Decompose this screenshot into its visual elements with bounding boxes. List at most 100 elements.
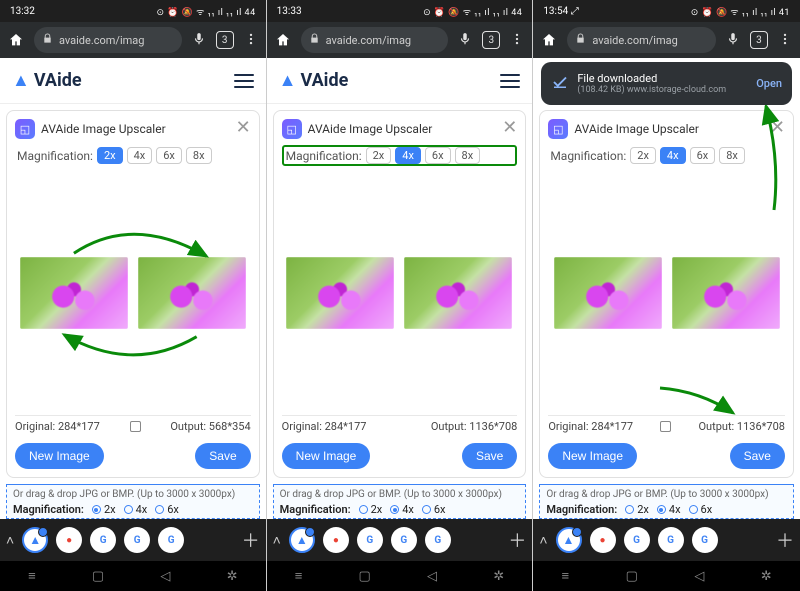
magnification-option-2x[interactable]: 2x: [630, 147, 656, 164]
tabs-button[interactable]: 3: [216, 31, 234, 49]
tab-google-1[interactable]: G: [90, 527, 116, 553]
menu-dots-icon[interactable]: [244, 31, 258, 50]
tab-generic-1[interactable]: ●: [590, 527, 616, 553]
mic-icon[interactable]: [726, 31, 740, 50]
chevron-up-icon[interactable]: ˄: [6, 532, 14, 549]
menu-dots-icon[interactable]: [778, 31, 792, 50]
new-image-button[interactable]: New Image: [15, 443, 104, 469]
below-mag-radio-6x[interactable]: 6x: [689, 503, 713, 516]
brand-logo[interactable]: ▲ VAide: [12, 70, 82, 91]
mic-icon[interactable]: [192, 31, 206, 50]
nav-home-icon[interactable]: ▢: [359, 569, 371, 584]
below-mag-radio-2x[interactable]: 2x: [625, 503, 649, 516]
home-icon[interactable]: [275, 32, 291, 48]
new-tab-button[interactable]: ＋: [242, 527, 260, 553]
below-mag-radio-6x[interactable]: 6x: [422, 503, 446, 516]
tab-google-2[interactable]: G: [391, 527, 417, 553]
nav-bar: ≡ ▢ ◁ ✲: [533, 561, 800, 591]
close-icon[interactable]: ✕: [770, 117, 785, 138]
magnification-option-6x[interactable]: 6x: [425, 147, 451, 164]
tabs-button[interactable]: 3: [750, 31, 768, 49]
hamburger-icon[interactable]: [500, 74, 520, 88]
nav-back-icon[interactable]: ◁: [694, 569, 704, 584]
magnification-option-8x[interactable]: 8x: [186, 147, 212, 164]
tab-google-1[interactable]: G: [624, 527, 650, 553]
nav-accessibility-icon[interactable]: ✲: [761, 569, 772, 584]
upscaler-card: ✕ ◱ AVAide Image Upscaler Magnification:…: [539, 110, 794, 478]
download-snackbar: File downloaded (108.42 KB) www.istorage…: [541, 62, 792, 105]
close-icon[interactable]: ✕: [502, 117, 517, 138]
button-row: New Image Save: [282, 443, 518, 469]
status-icons: ⊙ ⏰ 🔕 ᯤ ₁₁ ıl ₁₁ ıl 41: [691, 5, 790, 18]
magnification-option-2x[interactable]: 2x: [366, 147, 392, 164]
chevron-up-icon[interactable]: ˄: [273, 532, 281, 549]
tab-generic-1[interactable]: ●: [56, 527, 82, 553]
mic-icon[interactable]: [458, 31, 472, 50]
nav-home-icon[interactable]: ▢: [92, 569, 104, 584]
magnification-option-4x[interactable]: 4x: [660, 147, 686, 164]
nav-recents-icon[interactable]: ≡: [295, 568, 303, 584]
nav-accessibility-icon[interactable]: ✲: [493, 569, 504, 584]
below-mag-radio-4x[interactable]: 4x: [657, 503, 681, 516]
home-icon[interactable]: [541, 32, 557, 48]
url-bar[interactable]: avaide.com/imag: [301, 27, 449, 53]
tabs-button[interactable]: 3: [482, 31, 500, 49]
below-mag-label: Magnification:: [13, 503, 84, 516]
tab-google-3[interactable]: G: [158, 527, 184, 553]
nav-recents-icon[interactable]: ≡: [28, 568, 36, 584]
magnification-label: Magnification:: [286, 149, 362, 163]
tab-google-3[interactable]: G: [425, 527, 451, 553]
below-magnification: Magnification: 2x4x6x: [280, 503, 520, 516]
close-icon[interactable]: ✕: [236, 117, 251, 138]
nav-recents-icon[interactable]: ≡: [562, 568, 570, 584]
url-text: avaide.com/imag: [326, 34, 411, 47]
hamburger-icon[interactable]: [234, 74, 254, 88]
tab-google-3[interactable]: G: [692, 527, 718, 553]
tab-avaide[interactable]: ▲: [289, 527, 315, 553]
tab-google-1[interactable]: G: [357, 527, 383, 553]
save-button[interactable]: Save: [730, 443, 785, 469]
magnification-option-4x[interactable]: 4x: [395, 147, 421, 164]
save-button[interactable]: Save: [462, 443, 517, 469]
magnification-option-6x[interactable]: 6x: [156, 147, 182, 164]
below-mag-radio-2x[interactable]: 2x: [359, 503, 383, 516]
snackbar-open-button[interactable]: Open: [756, 77, 782, 90]
below-mag-radio-4x[interactable]: 4x: [390, 503, 414, 516]
brand-logo[interactable]: ▲ VAide: [279, 70, 349, 91]
home-icon[interactable]: [8, 32, 24, 48]
card-title-row: ◱ AVAide Image Upscaler: [548, 119, 785, 139]
nav-back-icon[interactable]: ◁: [427, 569, 437, 584]
url-bar[interactable]: avaide.com/imag: [567, 27, 716, 53]
magnification-option-8x[interactable]: 8x: [719, 147, 745, 164]
nav-accessibility-icon[interactable]: ✲: [227, 569, 238, 584]
magnification-option-2x[interactable]: 2x: [97, 147, 123, 164]
magnification-option-4x[interactable]: 4x: [127, 147, 153, 164]
card-wrap: ✕ ◱ AVAide Image Upscaler Magnification:…: [267, 104, 533, 484]
url-bar[interactable]: avaide.com/imag: [34, 27, 182, 53]
chevron-up-icon[interactable]: ˄: [539, 532, 547, 549]
new-image-button[interactable]: New Image: [282, 443, 371, 469]
magnification-row: Magnification: 2x4x6x8x: [282, 145, 518, 166]
brand-logo-icon: ▲: [279, 70, 297, 91]
below-mag-radio-4x[interactable]: 4x: [124, 503, 148, 516]
tab-avaide[interactable]: ▲: [556, 527, 582, 553]
nav-home-icon[interactable]: ▢: [626, 569, 638, 584]
io-checkbox[interactable]: [130, 421, 141, 432]
tab-google-2[interactable]: G: [124, 527, 150, 553]
save-button[interactable]: Save: [195, 443, 250, 469]
output-preview: [404, 257, 512, 329]
new-image-button[interactable]: New Image: [548, 443, 637, 469]
tab-google-2[interactable]: G: [658, 527, 684, 553]
new-tab-button[interactable]: ＋: [508, 527, 526, 553]
new-tab-button[interactable]: ＋: [776, 527, 794, 553]
below-mag-radio-6x[interactable]: 6x: [155, 503, 179, 516]
nav-back-icon[interactable]: ◁: [160, 569, 170, 584]
below-mag-radio-2x[interactable]: 2x: [92, 503, 116, 516]
tab-avaide[interactable]: ▲: [22, 527, 48, 553]
magnification-option-8x[interactable]: 8x: [455, 147, 481, 164]
tab-generic-1[interactable]: ●: [323, 527, 349, 553]
menu-dots-icon[interactable]: [510, 31, 524, 50]
magnification-option-6x[interactable]: 6x: [690, 147, 716, 164]
status-icons: ⊙ ⏰ 🔕 ᯤ ₁₁ ıl ₁₁ ıl 44: [156, 5, 255, 18]
io-checkbox[interactable]: [660, 421, 671, 432]
